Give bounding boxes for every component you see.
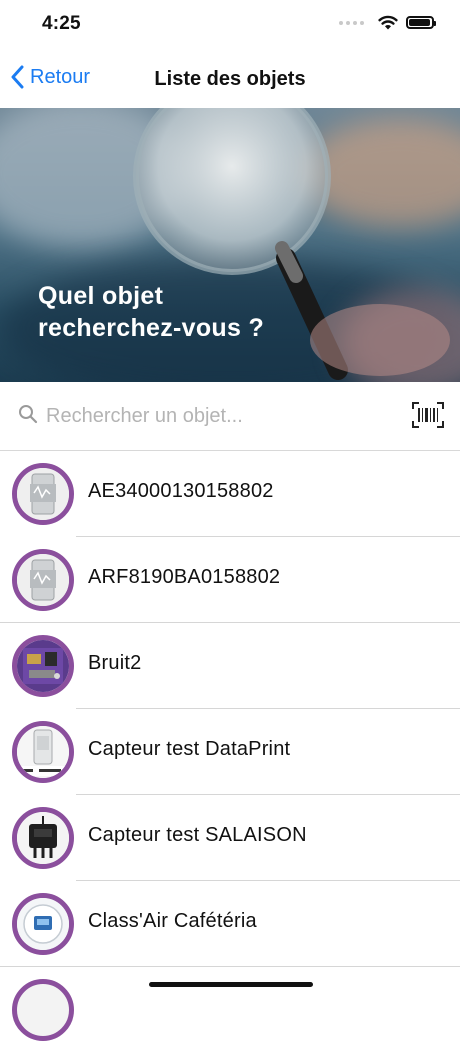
object-name: Class'Air Cafétéria [88, 910, 257, 932]
sensor-device-icon [12, 721, 74, 783]
list-item[interactable]: ARF8190BA0158802 [0, 537, 460, 623]
search-icon [19, 405, 38, 424]
status-time: 4:25 [42, 13, 81, 34]
sensor-device-icon [12, 549, 74, 611]
list-item[interactable]: Capteur test SALAISON [0, 795, 460, 881]
list-item[interactable]: Capteur test DataPrint [0, 709, 460, 795]
hero-title-line-2: recherchez-vous ? [38, 314, 265, 342]
object-name: Bruit2 [88, 652, 142, 674]
battery-icon [406, 16, 436, 29]
black-sensor-icon [12, 807, 74, 869]
page-title: Liste des objets [154, 68, 306, 90]
object-name: AE34000130158802 [88, 480, 274, 502]
home-indicator [149, 982, 313, 987]
hero-banner: Quel objet recherchez-vous ? [0, 108, 460, 382]
list-item[interactable] [0, 967, 460, 1053]
search-input[interactable] [44, 398, 368, 434]
circuit-board-icon [12, 635, 74, 697]
object-name: Capteur test DataPrint [88, 738, 291, 760]
wifi-icon [378, 15, 398, 30]
list-item[interactable]: AE34000130158802 [0, 451, 460, 537]
object-list: AE34000130158802 ARF8190BA0158802 Bruit2… [0, 451, 460, 1053]
navigation-bar: Retour Liste des objets [0, 50, 460, 109]
barcode-scan-icon[interactable] [412, 402, 444, 428]
hero-title-line-1: Quel objet [38, 282, 164, 310]
object-name: Capteur test SALAISON [88, 824, 307, 846]
list-item[interactable]: Class'Air Cafétéria [0, 881, 460, 967]
status-icons [339, 15, 436, 30]
list-item[interactable]: Bruit2 [0, 623, 460, 709]
signal-dots-icon [339, 20, 364, 25]
status-bar: 4:25 [0, 0, 460, 50]
hero-title: Quel objet recherchez-vous ? [38, 280, 264, 344]
air-quality-sensor-icon [12, 893, 74, 955]
object-name: ARF8190BA0158802 [88, 566, 281, 588]
search-bar [0, 382, 460, 451]
list-item-avatar [12, 979, 74, 1041]
sensor-device-icon [12, 463, 74, 525]
